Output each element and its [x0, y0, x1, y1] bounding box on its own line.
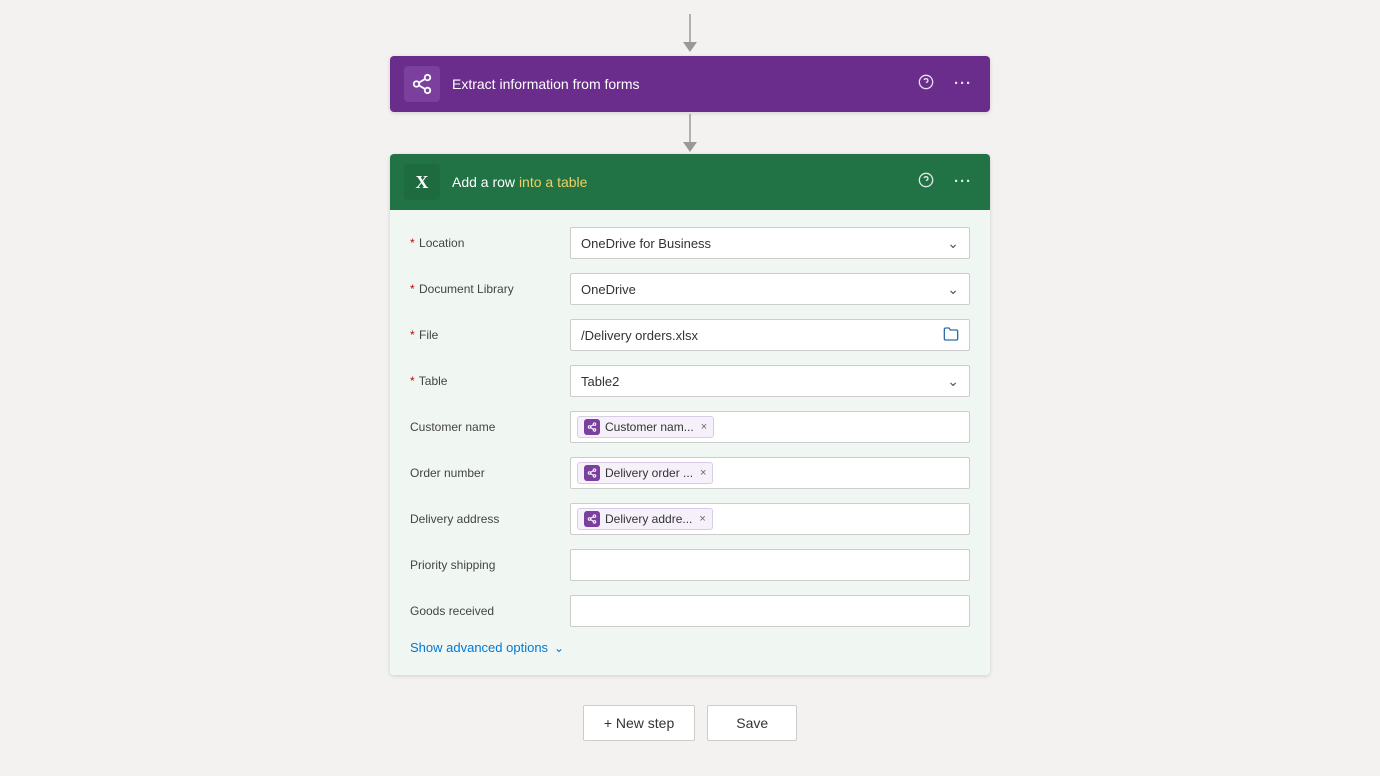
step2-body: * Location OneDrive for Business ⌄ * Doc… — [390, 210, 990, 675]
step2-more-button[interactable]: ··· — [950, 171, 976, 193]
field-order-number-control[interactable]: Delivery order ... × — [570, 457, 970, 489]
delivery-address-input[interactable]: Delivery addre... × — [570, 503, 970, 535]
field-priority-shipping-control[interactable] — [570, 549, 970, 581]
step1-help-button[interactable] — [914, 72, 938, 97]
field-table-control[interactable]: Table2 ⌄ — [570, 365, 970, 397]
field-delivery-address-control[interactable]: Delivery addre... × — [570, 503, 970, 535]
order-number-tag-close[interactable]: × — [700, 467, 706, 479]
advanced-options-chevron-icon: ⌄ — [554, 641, 564, 655]
step2-help-button[interactable] — [914, 170, 938, 195]
field-goods-received-label: Goods received — [410, 604, 570, 618]
field-table-label: * Table — [410, 374, 570, 388]
table-chevron-icon: ⌄ — [947, 373, 959, 390]
field-priority-shipping: Priority shipping — [410, 548, 970, 582]
field-customer-name-control[interactable]: Customer nam... × — [570, 411, 970, 443]
location-chevron-icon: ⌄ — [947, 235, 959, 252]
field-file: * File /Delivery orders.xlsx — [410, 318, 970, 352]
field-order-number: Order number Delivery order ... — [410, 456, 970, 490]
customer-name-tag-close[interactable]: × — [701, 421, 707, 433]
field-order-number-label: Order number — [410, 466, 570, 480]
step2-actions: ··· — [914, 170, 976, 195]
delivery-address-tag-icon — [584, 511, 600, 527]
step1-icon — [404, 66, 440, 102]
top-connector — [683, 14, 697, 52]
file-input[interactable]: /Delivery orders.xlsx — [570, 319, 970, 351]
doc-library-select[interactable]: OneDrive ⌄ — [570, 273, 970, 305]
step1-more-button[interactable]: ··· — [950, 73, 976, 95]
field-location-label: * Location — [410, 236, 570, 250]
doc-library-chevron-icon: ⌄ — [947, 281, 959, 298]
field-goods-received-control[interactable] — [570, 595, 970, 627]
step1-header[interactable]: Extract information from forms ··· — [390, 56, 990, 112]
step2-title-highlight: into a table — [519, 174, 588, 190]
field-doc-library-label: * Document Library — [410, 282, 570, 296]
show-advanced-options[interactable]: Show advanced options ⌄ — [410, 640, 970, 655]
delivery-address-tag-close[interactable]: × — [699, 513, 705, 525]
step-extract-info: Extract information from forms ··· — [390, 56, 990, 112]
new-step-button[interactable]: + New step — [583, 705, 695, 741]
field-file-control[interactable]: /Delivery orders.xlsx — [570, 319, 970, 351]
delivery-address-tag: Delivery addre... × — [577, 508, 713, 530]
order-number-tag: Delivery order ... × — [577, 462, 713, 484]
customer-name-tag: Customer nam... × — [577, 416, 714, 438]
priority-shipping-input[interactable] — [570, 549, 970, 581]
step1-title: Extract information from forms — [452, 76, 914, 92]
order-number-tag-icon — [584, 465, 600, 481]
workflow-canvas: Extract information from forms ··· — [0, 0, 1380, 741]
field-customer-name: Customer name Customer nam... — [410, 410, 970, 444]
customer-name-tag-icon — [584, 419, 600, 435]
step-add-row: X Add a row into a table ··· — [390, 154, 990, 675]
order-number-input[interactable]: Delivery order ... × — [570, 457, 970, 489]
field-delivery-address: Delivery address Delivery addre... — [410, 502, 970, 536]
field-file-label: * File — [410, 328, 570, 342]
step1-actions: ··· — [914, 72, 976, 97]
field-doc-library-control[interactable]: OneDrive ⌄ — [570, 273, 970, 305]
field-location-control[interactable]: OneDrive for Business ⌄ — [570, 227, 970, 259]
customer-name-input[interactable]: Customer nam... × — [570, 411, 970, 443]
step2-title: Add a row into a table — [452, 174, 914, 190]
field-table: * Table Table2 ⌄ — [410, 364, 970, 398]
step2-header[interactable]: X Add a row into a table ··· — [390, 154, 990, 210]
step2-icon: X — [404, 164, 440, 200]
mid-connector — [683, 114, 697, 152]
table-select[interactable]: Table2 ⌄ — [570, 365, 970, 397]
field-priority-shipping-label: Priority shipping — [410, 558, 570, 572]
field-delivery-address-label: Delivery address — [410, 512, 570, 526]
field-location: * Location OneDrive for Business ⌄ — [410, 226, 970, 260]
goods-received-input[interactable] — [570, 595, 970, 627]
location-select[interactable]: OneDrive for Business ⌄ — [570, 227, 970, 259]
field-doc-library: * Document Library OneDrive ⌄ — [410, 272, 970, 306]
field-goods-received: Goods received — [410, 594, 970, 628]
file-browse-icon[interactable] — [943, 326, 959, 345]
bottom-actions: + New step Save — [583, 705, 797, 741]
save-button[interactable]: Save — [707, 705, 797, 741]
field-customer-name-label: Customer name — [410, 420, 570, 434]
